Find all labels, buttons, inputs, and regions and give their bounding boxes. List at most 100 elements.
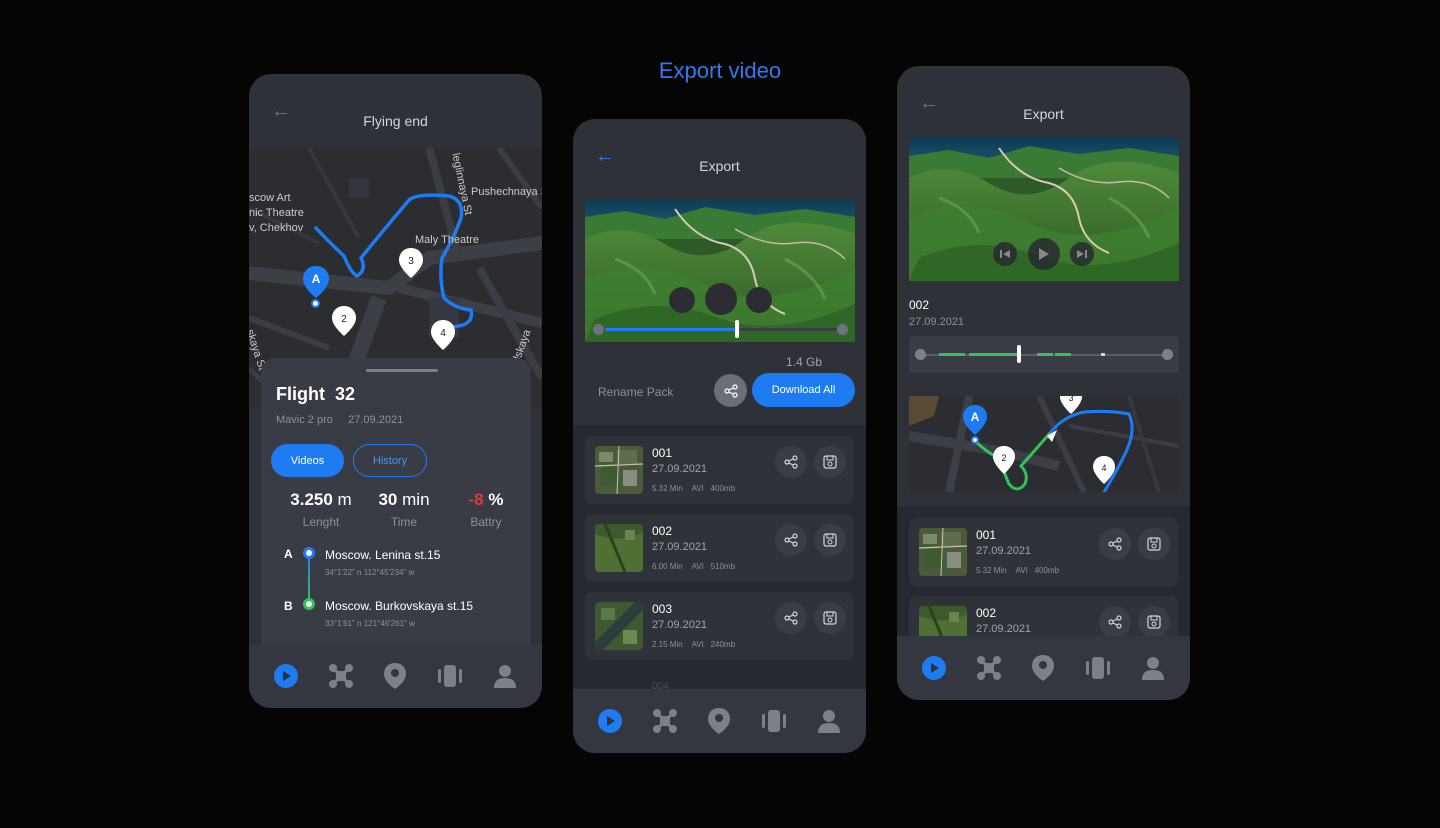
list-item[interactable]: 003 27.09.2021 2.15 Min AVI 240mb [585, 592, 854, 660]
next-icon[interactable] [746, 287, 772, 313]
svg-text:2: 2 [1001, 453, 1006, 463]
seek-handle[interactable] [735, 320, 739, 338]
save-icon[interactable] [814, 446, 846, 478]
timeline-end [1162, 349, 1173, 360]
item-date: 27.09.2021 [976, 623, 1032, 635]
share-icon[interactable] [1099, 606, 1131, 638]
share-icon[interactable] [775, 446, 807, 478]
export-screen: ← Export 1.4 Gb Rename Pack Download All… [573, 119, 866, 753]
video-list: 001 27.09.2021 5.32 Min AVI 400mb 002 27… [573, 425, 866, 692]
svg-text:A: A [971, 410, 980, 424]
flight-subtitle: Mavic 2 pro 27.09.2021 [276, 414, 404, 426]
drag-handle[interactable] [366, 369, 438, 372]
route-address: Moscow. Burkovskaya st.15 [325, 599, 474, 613]
video-thumbnail [595, 602, 643, 650]
share-icon[interactable] [775, 602, 807, 634]
timeline-segment [969, 353, 1021, 356]
item-date: 27.09.2021 [976, 545, 1032, 557]
play-icon[interactable] [1028, 238, 1060, 270]
route-address: Moscow. Lenina st.15 [325, 548, 441, 562]
map-pin-3[interactable]: 3 [1060, 396, 1082, 416]
route-dot-a [303, 547, 315, 559]
map-pin-a[interactable]: A [963, 405, 987, 437]
video-thumbnail [919, 528, 967, 576]
seek-progress [605, 328, 737, 331]
share-icon[interactable] [714, 374, 747, 407]
timeline-marker [1101, 353, 1105, 356]
map-pin-2[interactable]: 2 [993, 446, 1015, 476]
share-icon[interactable] [775, 524, 807, 556]
stat-battery: -8 % Battry [468, 490, 504, 529]
vibrate-icon[interactable] [436, 662, 464, 690]
profile-icon[interactable] [815, 707, 843, 735]
profile-icon[interactable] [1139, 654, 1167, 682]
route-coords: 34°1'22" n 112°45'234" w [325, 568, 415, 577]
seek-end [837, 324, 848, 335]
route-map[interactable]: A 2 3 4 [909, 396, 1179, 492]
drone-icon[interactable] [327, 662, 355, 690]
next-icon[interactable] [1070, 242, 1094, 266]
drone-icon[interactable] [975, 654, 1003, 682]
stat-length: 3.250 m Lenght [290, 490, 352, 529]
svg-text:4: 4 [1101, 463, 1106, 473]
play-icon[interactable] [705, 283, 737, 315]
bottom-nav [249, 644, 542, 708]
map-label: nic Theatre [249, 207, 304, 219]
timeline[interactable] [909, 336, 1179, 373]
flight-title: Flight 32 [276, 384, 356, 404]
map-pin-4[interactable]: 4 [431, 320, 455, 352]
timeline-handle[interactable] [1017, 345, 1021, 363]
route-letter: A [284, 547, 293, 561]
save-icon[interactable] [814, 524, 846, 556]
video-frame [585, 199, 855, 342]
download-all-button[interactable]: Download All [752, 373, 855, 407]
video-date: 27.09.2021 [909, 316, 965, 328]
map-pin-3[interactable]: 3 [399, 248, 423, 280]
map-pin-a[interactable]: A [303, 266, 329, 300]
tab-history[interactable]: History [353, 444, 427, 477]
vibrate-icon[interactable] [760, 707, 788, 735]
map-pin-4[interactable]: 4 [1093, 456, 1115, 486]
item-number: 003 [652, 602, 673, 616]
location-icon[interactable] [381, 662, 409, 690]
rename-pack-link[interactable]: Rename Pack [598, 385, 673, 399]
location-icon[interactable] [705, 707, 733, 735]
map-label: scow Art [249, 192, 291, 204]
timeline-segment [1037, 353, 1053, 356]
prev-icon[interactable] [669, 287, 695, 313]
route-letter: B [284, 599, 293, 613]
start-point [971, 436, 979, 444]
video-list: 001 27.09.2021 5.32 Min AVI 400mb 002 27… [897, 506, 1190, 664]
profile-icon[interactable] [491, 662, 519, 690]
save-icon[interactable] [1138, 606, 1170, 638]
list-item[interactable]: 001 27.09.2021 5.32 Min AVI 400mb [909, 518, 1178, 586]
save-icon[interactable] [814, 602, 846, 634]
share-icon[interactable] [1099, 528, 1131, 560]
play-icon[interactable] [920, 654, 948, 682]
item-number: 001 [976, 528, 997, 542]
item-meta: 5.32 Min AVI 400mb [976, 566, 1060, 575]
play-icon[interactable] [272, 662, 300, 690]
video-thumbnail [595, 446, 643, 494]
item-meta: 6.00 Min AVI 510mb [652, 562, 736, 571]
list-item[interactable]: 002 27.09.2021 6.00 Min AVI 510mb [585, 514, 854, 582]
previous-icon[interactable] [993, 242, 1017, 266]
timeline-segment [939, 353, 965, 356]
video-player[interactable] [585, 199, 855, 342]
item-number: 001 [652, 446, 673, 460]
save-icon[interactable] [1138, 528, 1170, 560]
item-number: 002 [652, 524, 673, 538]
play-icon[interactable] [596, 707, 624, 735]
pin-label: 3 [408, 256, 414, 267]
screen-title: Export [1023, 106, 1064, 122]
item-date: 27.09.2021 [652, 541, 708, 553]
video-player[interactable] [909, 138, 1179, 281]
map-pin-2[interactable]: 2 [332, 306, 356, 338]
drone-icon[interactable] [651, 707, 679, 735]
tab-videos[interactable]: Videos [271, 444, 344, 477]
vibrate-icon[interactable] [1084, 654, 1112, 682]
list-item[interactable]: 001 27.09.2021 5.32 Min AVI 400mb [585, 436, 854, 504]
route-line [308, 552, 310, 602]
export-detail-screen: ← Export 002 27.09.2021 A 2 3 4 001 27.0… [897, 66, 1190, 700]
location-icon[interactable] [1029, 654, 1057, 682]
